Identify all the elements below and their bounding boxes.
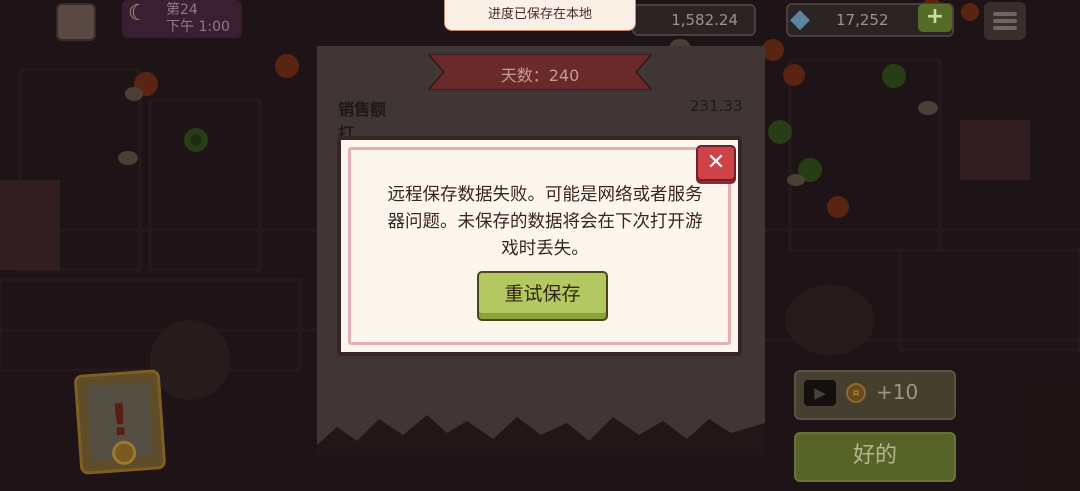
day-title: 天数：240	[500, 66, 580, 85]
moon-icon: ☾	[128, 1, 148, 26]
save-failed-dialog: 远程保存数据失败。可能是网络或者服务器问题。未保存的数据将会在下次打开游戏时丢失…	[337, 136, 742, 356]
warning-card[interactable]: !	[73, 369, 167, 475]
day-time-panel: ☾ 第24 下午 1:00	[122, 0, 242, 38]
add-gems-button[interactable]: +	[918, 4, 952, 32]
close-icon[interactable]: ✕	[696, 145, 736, 181]
day-number-label: 第24	[166, 2, 198, 18]
save-toast: 进度已保存在本地	[444, 0, 636, 31]
diamond-icon: ◆	[790, 4, 810, 34]
dialog-message: 远程保存数据失败。可能是网络或者服务器问题。未保存的数据将会在下次打开游戏时丢失…	[387, 185, 703, 259]
sales-value: 231.33	[690, 97, 743, 115]
torn-paper-edge	[317, 415, 765, 455]
sales-label: 销售额	[338, 100, 387, 119]
player-avatar[interactable]	[56, 3, 96, 41]
gem-count: 17,252	[836, 11, 889, 29]
video-play-icon: ▶	[804, 380, 836, 406]
hamburger-menu-icon[interactable]	[984, 2, 1026, 40]
ok-button[interactable]: 好的	[794, 432, 956, 482]
money-counter: 1,582.24	[632, 4, 756, 36]
time-label: 下午 1:00	[166, 19, 230, 35]
coin-icon: ¤	[846, 383, 866, 403]
watch-ad-button[interactable]: ▶ ¤ +10	[794, 370, 956, 420]
ad-reward-amount: +10	[876, 380, 919, 404]
card-badge	[111, 439, 137, 466]
retry-save-button[interactable]: 重试保存	[477, 271, 608, 321]
